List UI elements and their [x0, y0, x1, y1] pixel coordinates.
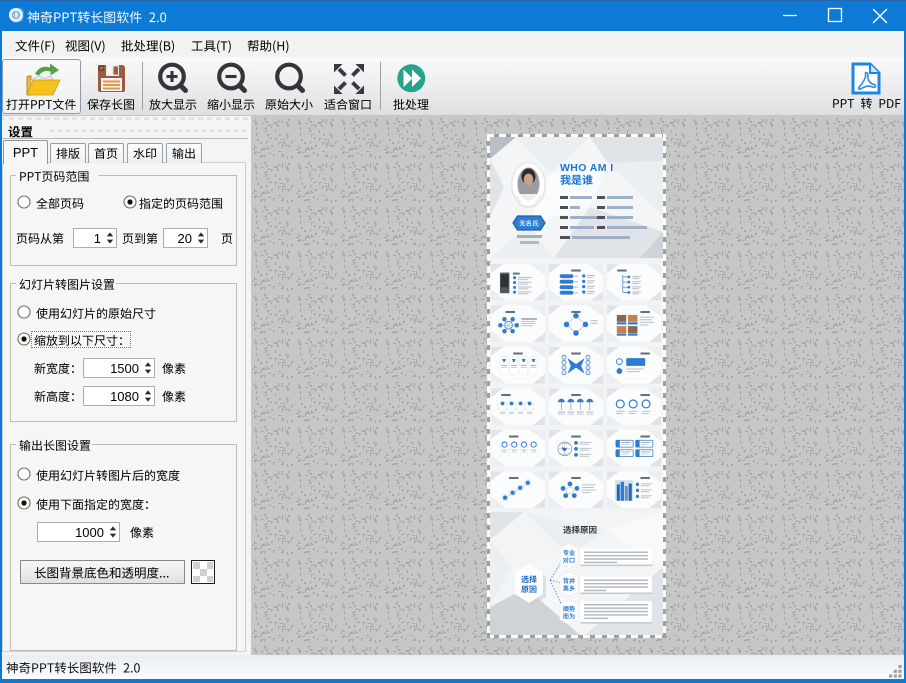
svg-text:WHO AM I: WHO AM I [560, 162, 614, 174]
